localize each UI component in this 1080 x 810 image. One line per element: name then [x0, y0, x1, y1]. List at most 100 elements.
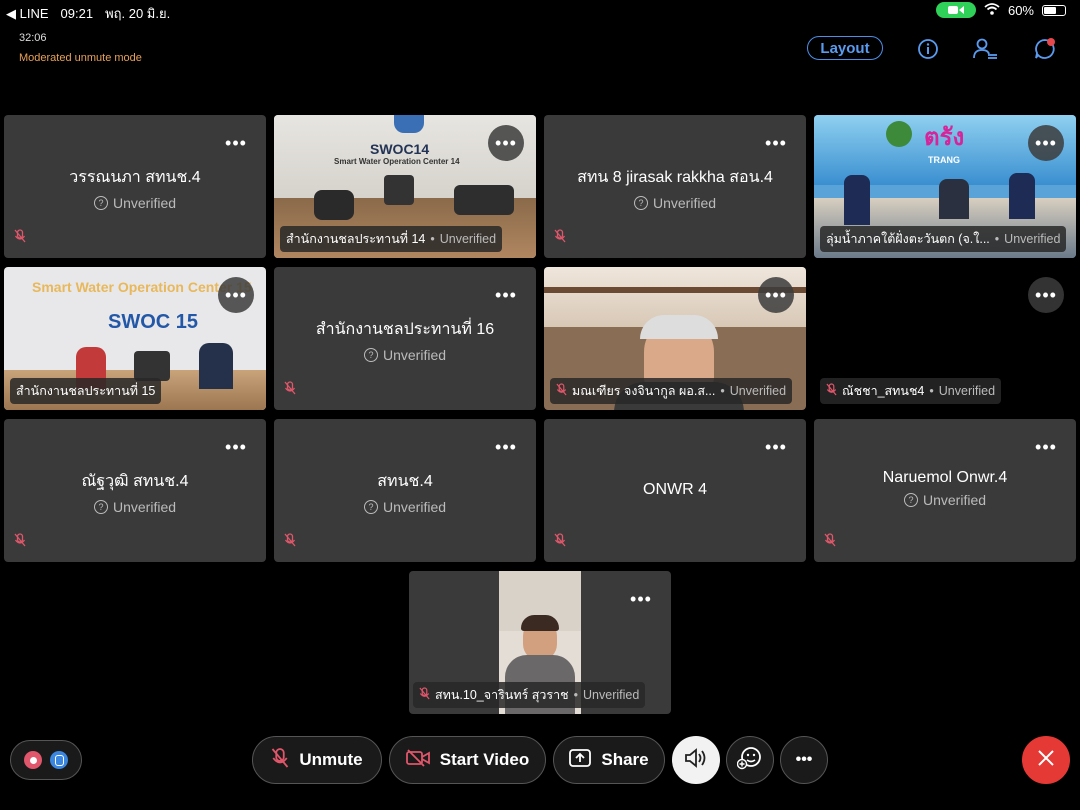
participant-name: ONWR 4 [643, 481, 707, 498]
more-options-icon[interactable]: ••• [218, 277, 254, 313]
layout-button[interactable]: Layout [807, 36, 883, 60]
question-icon: ? [93, 500, 108, 514]
question-icon: ? [93, 196, 108, 210]
question-icon: ? [903, 493, 918, 507]
emblem-icon [886, 121, 912, 147]
participant-name: ณัชชา_สทนช4 [842, 384, 925, 398]
chat-icon[interactable] [1032, 36, 1058, 62]
moderated-mode-label: Moderated unmute mode [19, 52, 142, 64]
status-date: พฤ. 20 มิ.ย. [105, 6, 171, 21]
unverified-label: Unverified [112, 499, 177, 515]
participant-tile[interactable]: ••• ณัชชา_สทนช4 • Unverified [814, 267, 1076, 410]
unmute-button[interactable]: Unmute [252, 736, 382, 784]
participant-tile[interactable]: ••• สทน.10_จารินทร์ สุวราช • Unverified [409, 571, 671, 714]
more-options-icon[interactable]: ••• [1028, 125, 1064, 161]
back-to-app-link[interactable]: ◀ LINE [6, 6, 49, 22]
participant-label: ณัชชา_สทนช4 • Unverified [820, 378, 1002, 404]
muted-mic-icon [826, 383, 837, 399]
unverified-label: Unverified [729, 384, 787, 398]
participant-tile[interactable]: ••• ณัฐวุฒิ สทนช.4 ? Unverified [4, 419, 266, 562]
more-controls-button[interactable]: ••• [780, 736, 828, 784]
question-icon: ? [633, 196, 648, 210]
participant-name: สำนักงานชลประทานที่ 15 [16, 384, 156, 398]
muted-mic-icon [824, 533, 836, 552]
muted-mic-icon [284, 381, 296, 400]
more-options-icon[interactable]: ••• [488, 429, 524, 465]
ai-companion-icon [50, 751, 68, 769]
unverified-label: Unverified [382, 347, 447, 363]
unverified-label: Unverified [652, 195, 717, 211]
info-icon[interactable] [915, 36, 941, 62]
status-time: 09:21 [60, 6, 94, 21]
share-button[interactable]: Share [553, 736, 665, 784]
participant-name: สทน.10_จารินทร์ สุวราช [435, 688, 569, 702]
unverified-label: Unverified [938, 384, 996, 398]
participant-tile[interactable]: ตรัง TRANG ••• ลุ่มน้ำภาคใต้ฝั่งตะวันตก … [814, 115, 1076, 258]
question-icon: ? [363, 348, 378, 362]
close-icon [1037, 749, 1055, 772]
participant-tile[interactable]: ••• สทน 8 jirasak rakkha สอน.4 ? Unverifi… [544, 115, 806, 258]
participant-name: ณัฐวุฒิ สทนช.4 [81, 473, 189, 490]
start-video-label: Start Video [439, 750, 530, 769]
participant-tile[interactable]: ••• สำนักงานชลประทานที่ 16 ? Unverified [274, 267, 536, 410]
more-options-icon[interactable]: ••• [488, 125, 524, 161]
unverified-label: Unverified [382, 499, 447, 515]
muted-mic-icon [271, 747, 289, 774]
wifi-icon [984, 2, 1000, 18]
room-sign-subtitle: TRANG [928, 155, 960, 165]
muted-mic-icon [556, 383, 567, 399]
unverified-label: Unverified [439, 232, 497, 246]
record-indicator-icon [24, 751, 42, 769]
participant-name: Naruemol Onwr.4 [882, 469, 1008, 486]
more-options-icon[interactable]: ••• [623, 581, 659, 617]
participant-name: ลุ่มน้ำภาคใต้ฝั่งตะวันตก (จ.ใ... [826, 232, 990, 246]
reactions-indicator[interactable] [10, 740, 82, 780]
emblem-icon [394, 115, 424, 133]
share-label: Share [601, 750, 649, 769]
smiley-add-icon [736, 746, 763, 775]
muted-mic-icon [14, 533, 26, 552]
room-sign-subtitle: Smart Water Operation Center 14 [334, 157, 460, 166]
participant-name: สทนช.4 [377, 473, 433, 490]
battery-icon [1042, 4, 1066, 16]
participant-tile[interactable]: ••• วรรณนภา สทนช.4 ? Unverified [4, 115, 266, 258]
more-options-icon[interactable]: ••• [758, 277, 794, 313]
participant-tile[interactable]: Smart Water Operation Center 15 SWOC 15 … [4, 267, 266, 410]
muted-mic-icon [284, 533, 296, 552]
share-screen-icon [569, 748, 592, 772]
leave-meeting-button[interactable] [1022, 736, 1070, 784]
more-options-icon[interactable]: ••• [758, 125, 794, 161]
unverified-label: Unverified [112, 195, 177, 211]
participant-tile[interactable]: ••• ONWR 4 [544, 419, 806, 562]
reactions-button[interactable] [726, 736, 774, 784]
unverified-label: Unverified [922, 492, 987, 508]
unverified-label: Unverified [583, 688, 640, 702]
participant-tile[interactable]: SWOC14 Smart Water Operation Center 14 •… [274, 115, 536, 258]
participant-label: สำนักงานชลประทานที่ 14 • Unverified [280, 226, 503, 252]
muted-mic-icon [419, 687, 430, 703]
muted-mic-icon [14, 229, 26, 248]
speaker-button[interactable] [672, 736, 720, 784]
participant-name: มณเฑียร จงจินากูล ผอ.ส... [572, 384, 716, 398]
participant-tile[interactable]: ••• Naruemol Onwr.4 ? Unverified [814, 419, 1076, 562]
participant-name: วรรณนภา สทนช.4 [69, 169, 201, 186]
more-options-icon[interactable]: ••• [758, 429, 794, 465]
muted-mic-icon [554, 229, 566, 248]
start-video-button[interactable]: Start Video [389, 736, 546, 784]
participant-tile[interactable]: ••• มณเฑียร จงจินากูล ผอ.ส... • Unverified [544, 267, 806, 410]
unverified-label: Unverified [1004, 232, 1061, 246]
more-options-icon[interactable]: ••• [1028, 429, 1064, 465]
speaker-icon [684, 747, 708, 773]
more-options-icon[interactable]: ••• [218, 429, 254, 465]
participants-icon[interactable] [973, 36, 999, 62]
video-off-icon [405, 748, 430, 772]
more-options-icon[interactable]: ••• [488, 277, 524, 313]
participant-tile[interactable]: ••• สทนช.4 ? Unverified [274, 419, 536, 562]
participant-name: สทน 8 jirasak rakkha สอน.4 [577, 169, 773, 186]
question-icon: ? [363, 500, 378, 514]
participant-label: สทน.10_จารินทร์ สุวราช • Unverified [413, 682, 646, 708]
participant-name: สำนักงานชลประทานที่ 16 [315, 321, 495, 338]
status-bar: ◀ LINE 09:21 พฤ. 20 มิ.ย. 60% [0, 0, 1080, 22]
more-options-icon[interactable]: ••• [1028, 277, 1064, 313]
more-options-icon[interactable]: ••• [218, 125, 254, 161]
